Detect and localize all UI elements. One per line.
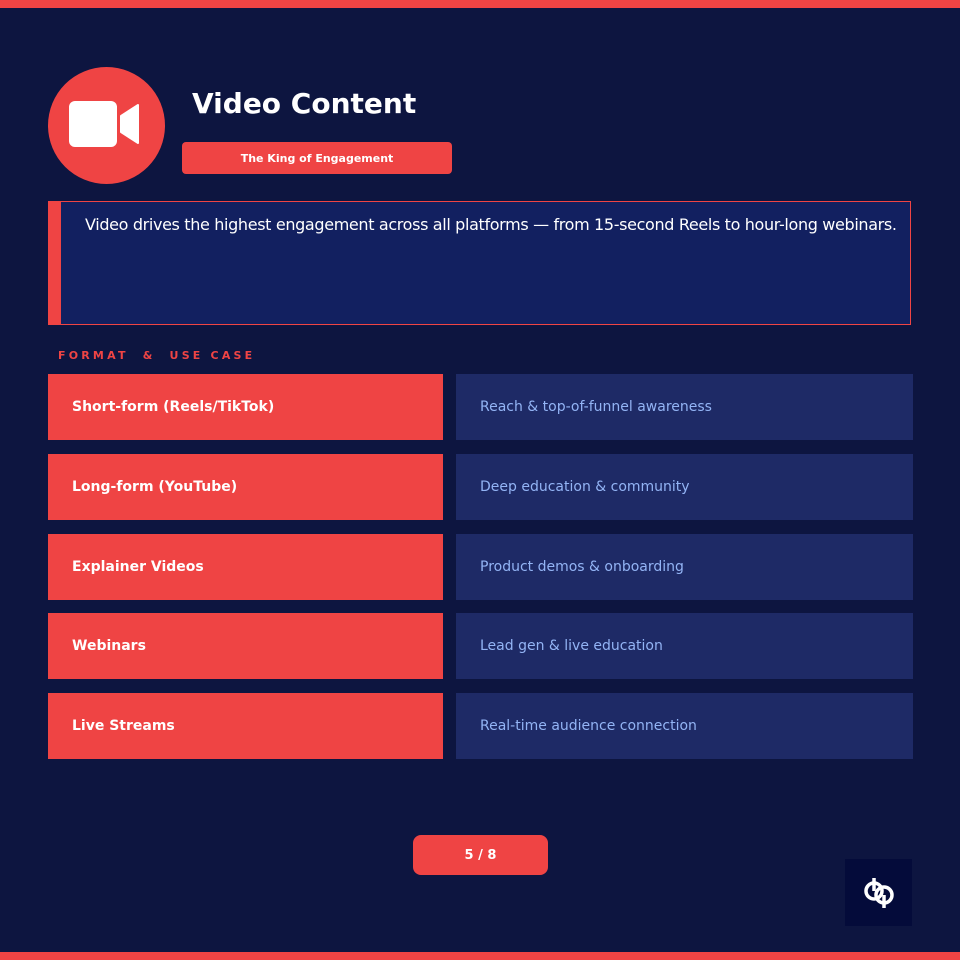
brand-logo-glyph (864, 878, 894, 908)
intro-text: Video drives the highest engagement acro… (85, 215, 897, 234)
use-case-cell-short-form: Reach & top-of-funnel awareness (456, 374, 913, 440)
video-camera-glyph (69, 101, 139, 147)
use-case-cell-webinars: Lead gen & live education (456, 613, 913, 679)
format-cell-webinars: Webinars (48, 613, 443, 679)
format-cell-short-form: Short-form (Reels/TikTok) (48, 374, 443, 440)
use-case-cell-long-form: Deep education & community (456, 454, 913, 520)
use-case-cell-explainer: Product demos & onboarding (456, 534, 913, 600)
video-camera-icon (48, 67, 165, 184)
format-cell-long-form: Long-form (YouTube) (48, 454, 443, 520)
bottom-accent-bar (0, 952, 960, 960)
section-label: FORMAT & USE CASE (58, 349, 256, 362)
brand-logo-icon (845, 859, 912, 926)
subtitle-badge: The King of Engagement (182, 142, 452, 174)
intro-callout: Video drives the highest engagement acro… (48, 201, 911, 325)
format-cell-explainer: Explainer Videos (48, 534, 443, 600)
page-indicator: 5 / 8 (413, 835, 548, 875)
format-cell-live-streams: Live Streams (48, 693, 443, 759)
top-accent-bar (0, 0, 960, 8)
callout-accent-bar (49, 202, 61, 324)
page-title: Video Content (192, 87, 417, 120)
use-case-cell-live-streams: Real-time audience connection (456, 693, 913, 759)
